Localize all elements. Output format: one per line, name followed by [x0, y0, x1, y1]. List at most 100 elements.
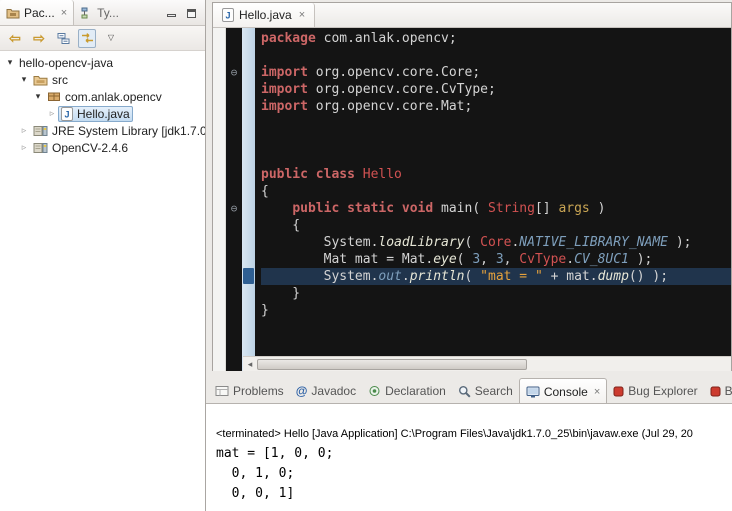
view-tab-declaration[interactable]: Declaration [362, 379, 452, 403]
fold-marker-icon[interactable]: ⊖ [226, 200, 242, 217]
tree-item-hello-java[interactable]: ▹J Hello.java [0, 105, 205, 122]
tree-item-hello-opencv-java[interactable]: ▾hello-opencv-java [0, 54, 205, 71]
code-line: System.out.println( "mat = " + mat.dump(… [261, 268, 731, 285]
minimize-view-button[interactable] [165, 7, 178, 19]
expand-arrow-icon[interactable]: ▹ [18, 125, 30, 136]
view-tab-search[interactable]: Search [452, 379, 519, 403]
editor-tab-hello-java[interactable]: J Hello.java × [213, 3, 315, 27]
tree-item-hit-area[interactable]: hello-opencv-java [16, 54, 116, 71]
gutter-row [226, 302, 242, 319]
scrollbar-thumb[interactable] [257, 359, 527, 370]
code-editor[interactable]: ⊖ ⊖ package com.anlak.opencv; import org… [213, 28, 731, 371]
range-indicator-ruler [242, 28, 255, 371]
java-file-icon: J [61, 107, 73, 121]
gutter-row [226, 234, 242, 251]
code-line: } [261, 285, 731, 302]
tree-item-com-anlak-opencv[interactable]: ▾ com.anlak.opencv [0, 88, 205, 105]
forward-arrow-icon: ⇨ [33, 31, 45, 45]
close-icon[interactable]: × [594, 386, 600, 398]
gutter-row [226, 98, 242, 115]
view-tab-javadoc[interactable]: @Javadoc [290, 379, 362, 403]
collapse-arrow-icon[interactable]: ▾ [18, 74, 30, 85]
gutter-row [226, 47, 242, 64]
expand-arrow-icon[interactable]: ▹ [18, 142, 30, 153]
back-button[interactable]: ⇦ [6, 29, 24, 48]
link-with-editor-button[interactable] [78, 29, 96, 48]
tree-item-label: src [52, 73, 68, 87]
view-tab-console[interactable]: Console × [519, 378, 607, 403]
console-content[interactable]: <terminated> Hello [Java Application] C:… [206, 403, 732, 511]
maximize-view-button[interactable] [185, 7, 198, 19]
code-line [261, 132, 731, 149]
gutter-row [226, 217, 242, 234]
tree-item-opencv-2-4-6[interactable]: ▹ OpenCV-2.4.6 [0, 139, 205, 156]
folding-ruler[interactable]: ⊖ ⊖ [226, 28, 242, 371]
expand-arrow-icon[interactable]: ▹ [46, 108, 58, 119]
forward-button[interactable]: ⇨ [30, 29, 48, 48]
gutter-row [226, 251, 242, 268]
code-line: { [261, 183, 731, 200]
tree-item-label: OpenCV-2.4.6 [52, 141, 128, 155]
source-folder-icon [33, 74, 48, 86]
tree-item-hit-area[interactable]: com.anlak.opencv [44, 88, 165, 105]
problems-icon [215, 385, 229, 397]
annotation-ruler[interactable] [213, 28, 226, 371]
code-line: Mat mat = Mat.eye( 3, 3, CvType.CV_8UC1 … [261, 251, 731, 268]
tree-item-jre-system-library-jdk1-7-0-25[interactable]: ▹ JRE System Library [jdk1.7.0_25] [0, 122, 205, 139]
tree-item-hit-area[interactable]: OpenCV-2.4.6 [30, 139, 131, 156]
close-icon[interactable]: × [299, 9, 305, 21]
tree-item-hit-area[interactable]: JRE System Library [jdk1.7.0_25] [30, 122, 205, 139]
gutter-row [226, 285, 242, 302]
package-explorer-icon [6, 7, 20, 19]
collapse-all-button[interactable] [54, 29, 72, 48]
code-line: public static void main( String[] args ) [261, 200, 731, 217]
tree-item-hit-area[interactable]: J Hello.java [58, 106, 133, 122]
view-tab-ty[interactable]: Ty... [74, 0, 125, 25]
link-editor-icon [80, 32, 95, 44]
code-line: { [261, 217, 731, 234]
gutter-row [226, 115, 242, 132]
bug-icon [613, 386, 624, 397]
collapse-all-icon [57, 32, 70, 45]
view-tab-problems[interactable]: Problems [209, 379, 290, 403]
left-view-tabs: Pac...×Ty... [0, 0, 125, 25]
package-explorer-toolbar: ⇦ ⇨ ▽ [0, 26, 205, 51]
close-icon[interactable]: × [61, 7, 67, 19]
code-line: } [261, 302, 731, 319]
package-icon [47, 91, 61, 102]
view-tab-bug-explorer[interactable]: Bug Explorer [607, 379, 703, 403]
view-tab-label: Bug [725, 384, 732, 398]
collapse-arrow-icon[interactable]: ▾ [32, 91, 44, 102]
tree-item-label: Hello.java [77, 107, 130, 121]
scroll-left-arrow-icon[interactable]: ◂ [243, 359, 257, 370]
console-output-line: 0, 1, 0; [216, 464, 732, 484]
fold-marker-icon[interactable]: ⊖ [226, 64, 242, 81]
collapse-arrow-icon[interactable]: ▾ [4, 57, 16, 68]
view-menu-button[interactable]: ▽ [102, 29, 120, 48]
code-line: import org.opencv.core.CvType; [261, 81, 731, 98]
view-tab-label: Console [544, 385, 588, 399]
tree-item-label: com.anlak.opencv [65, 90, 162, 104]
tree-item-label: hello-opencv-java [19, 56, 113, 70]
editor-horizontal-scrollbar[interactable]: ◂ [243, 356, 731, 371]
tree-item-hit-area[interactable]: src [30, 71, 71, 88]
view-tab-label: Search [475, 384, 513, 398]
view-window-buttons [165, 0, 205, 25]
javadoc-icon: @ [296, 385, 308, 397]
view-tab-bug[interactable]: Bug [704, 379, 732, 403]
view-tab-label: Problems [233, 384, 284, 398]
editor-pane: J Hello.java × ⊖ ⊖ package com.anlak.ope… [212, 2, 732, 371]
view-tab-pac[interactable]: Pac...× [0, 0, 74, 25]
gutter-row [226, 268, 242, 285]
left-view-tabbar: Pac...×Ty... [0, 0, 205, 26]
code-line [261, 47, 731, 64]
gutter-row [226, 149, 242, 166]
java-file-icon: J [222, 8, 234, 22]
tree-item-src[interactable]: ▾ src [0, 71, 205, 88]
package-explorer-view: Pac...×Ty... ⇦⇨▽ ▾hello-opencv-java▾src▾… [0, 0, 206, 511]
gutter-row [226, 132, 242, 149]
editor-tabbar: J Hello.java × [213, 3, 731, 28]
code-text-area[interactable]: package com.anlak.opencv; import org.ope… [255, 28, 731, 371]
tree-item-label: JRE System Library [jdk1.7.0_25] [52, 124, 205, 138]
maximize-icon [187, 9, 196, 18]
